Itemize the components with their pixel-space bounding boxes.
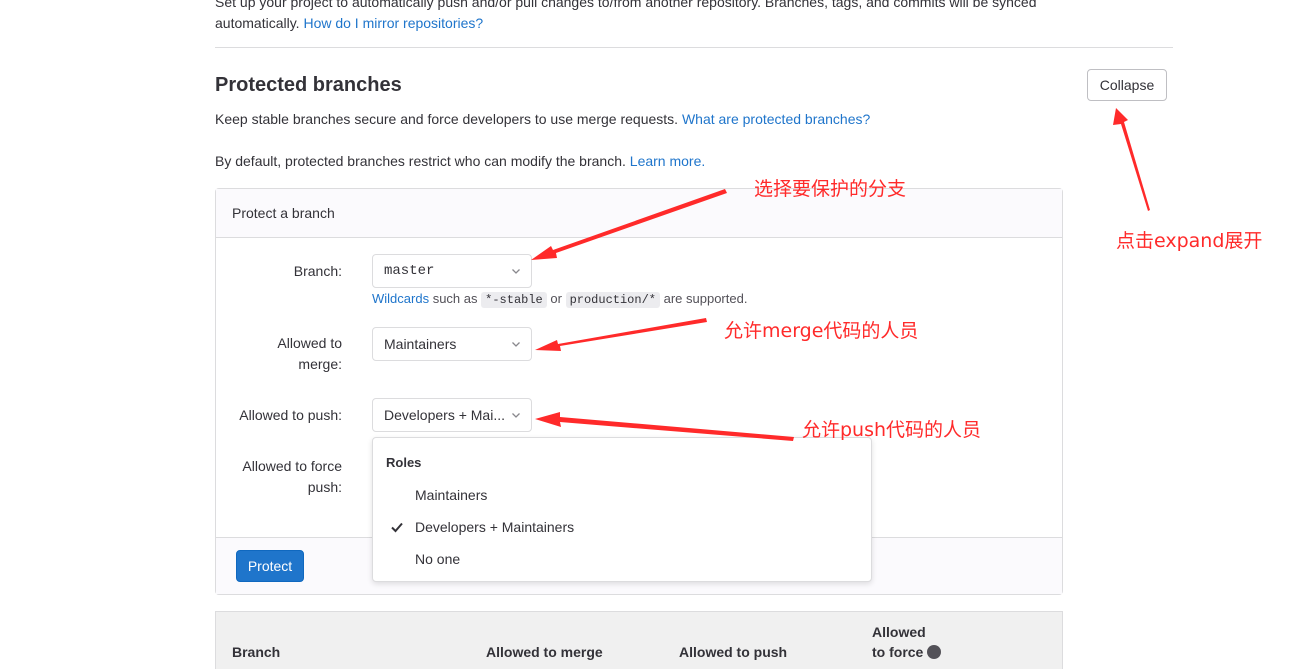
push-select-value: Developers + Mai...: [384, 407, 505, 423]
check-icon: [391, 522, 403, 533]
chevron-down-icon: [512, 269, 520, 274]
mirror-help-link[interactable]: How do I mirror repositories?: [303, 15, 483, 31]
help-code-stable: *-stable: [481, 292, 547, 308]
annotation-branch-note: 选择要保护的分支: [754, 178, 907, 200]
protected-branches-help-link[interactable]: What are protected branches?: [682, 111, 870, 127]
question-icon: [927, 645, 942, 659]
wildcards-help: Wildcards such as *-stable or production…: [372, 291, 748, 308]
col-allowed-to-force: Allowed to force: [872, 622, 942, 662]
section-description: Keep stable branches secure and force de…: [215, 111, 870, 127]
dropdown-item-label: No one: [415, 551, 461, 567]
push-access-dropdown: Roles Maintainers Developers + Maintaine…: [372, 437, 872, 582]
default-restriction-text: By default, protected branches restrict …: [215, 153, 705, 169]
chevron-down-icon: [512, 413, 520, 418]
branch-select-value: master: [384, 263, 435, 279]
help-or: or: [550, 291, 562, 306]
annotation-merge-note: 允许merge代码的人员: [724, 320, 919, 342]
force-label-line2: push:: [307, 479, 342, 495]
section-title: Protected branches: [215, 74, 402, 96]
col-force-line2: to force: [872, 642, 942, 662]
merge-label: Allowed to merge:: [230, 333, 342, 375]
col-force-line1: Allowed: [872, 624, 926, 640]
help-such-as: such as: [432, 291, 478, 306]
help-supported: are supported.: [663, 291, 748, 306]
branch-label: Branch:: [293, 263, 342, 279]
help-code-production: production/*: [565, 292, 660, 308]
dropdown-header: Roles: [386, 455, 422, 470]
push-label: Allowed to push:: [239, 407, 342, 423]
learn-more-link[interactable]: Learn more.: [630, 153, 705, 169]
dropdown-item-label: Maintainers: [415, 487, 488, 503]
merge-label-line2: merge:: [298, 356, 342, 372]
mirror-description: Set up your project to automatically pus…: [215, 0, 1115, 34]
protect-button[interactable]: Protect: [236, 550, 304, 582]
col-allowed-to-push: Allowed to push: [679, 644, 788, 660]
merge-access-select[interactable]: Maintainers: [372, 327, 532, 361]
merge-label-line1: Allowed to: [277, 335, 342, 351]
force-label-line1: Allowed to force: [242, 458, 342, 474]
push-access-select[interactable]: Developers + Mai...: [372, 398, 532, 432]
default-text: By default, protected branches restrict …: [215, 153, 626, 169]
arrow-to-collapse: [1113, 108, 1150, 211]
merge-select-value: Maintainers: [384, 336, 457, 352]
force-push-label: Allowed to force push:: [230, 456, 342, 498]
collapse-button[interactable]: Collapse: [1087, 69, 1167, 101]
annotation-push-note: 允许push代码的人员: [802, 419, 982, 441]
col-allowed-to-merge: Allowed to merge: [486, 644, 603, 660]
annotation-collapse-note: 点击expand展开: [1116, 230, 1263, 252]
col-branch: Branch: [232, 644, 281, 660]
description-text: Keep stable branches secure and force de…: [215, 111, 679, 127]
branch-select[interactable]: master: [372, 254, 532, 288]
section-divider: [215, 47, 1173, 48]
dropdown-item-label: Developers + Maintainers: [415, 519, 575, 535]
wildcards-link[interactable]: Wildcards: [372, 291, 429, 306]
dropdown-item-developers-maintainers[interactable]: Developers + Maintainers: [373, 511, 871, 543]
chevron-down-icon: [512, 342, 520, 347]
dropdown-item-maintainers[interactable]: Maintainers: [373, 479, 871, 511]
card-header: Protect a branch: [216, 189, 1062, 238]
dropdown-item-no-one[interactable]: No one: [373, 543, 871, 575]
